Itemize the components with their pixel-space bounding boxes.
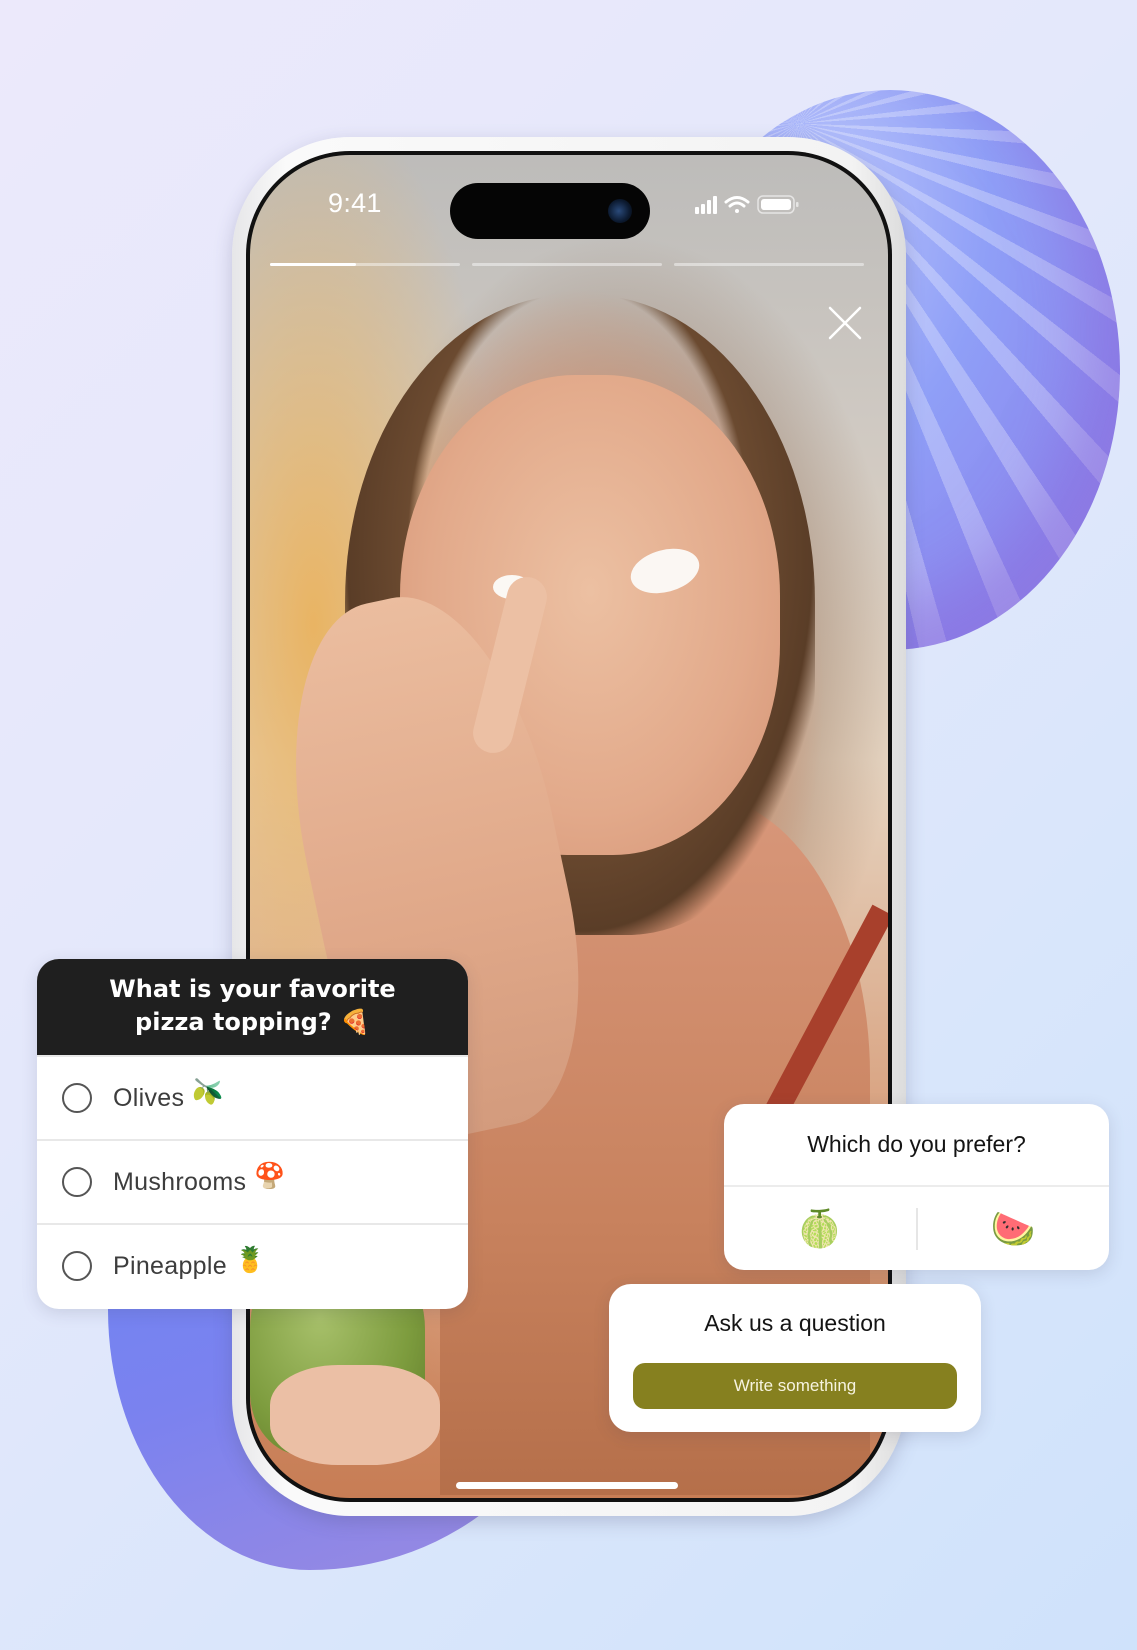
radio-button[interactable] (62, 1251, 92, 1281)
mushroom-icon: 🍄 (254, 1161, 286, 1190)
pizza-icon: 🍕 (340, 1008, 370, 1036)
watermelon-option[interactable]: 🍉 (918, 1208, 1110, 1250)
melon-option[interactable]: 🍈 (724, 1208, 916, 1250)
radio-button[interactable] (62, 1167, 92, 1197)
poll-option-mushrooms[interactable]: Mushrooms 🍄 (37, 1139, 468, 1223)
watermelon-icon: 🍉 (990, 1207, 1036, 1249)
prefer-card: Which do you prefer? 🍈 🍉 (724, 1104, 1109, 1270)
status-icons (695, 193, 805, 215)
ask-question-card: Ask us a question Write something (609, 1284, 981, 1432)
story-progress-segment-3 (674, 263, 864, 266)
status-time: 9:41 (328, 188, 382, 218)
poll-option-label: Olives (113, 1083, 185, 1112)
home-indicator[interactable] (456, 1482, 678, 1489)
story-progress-segment-2 (472, 263, 662, 266)
ask-question-title: Ask us a question (704, 1310, 886, 1336)
photo-jar-hand (270, 1365, 440, 1465)
radio-button[interactable] (62, 1083, 92, 1113)
signal-icon (695, 196, 717, 214)
poll-option-olives[interactable]: Olives 🫒 (37, 1055, 468, 1139)
poll-question-text: pizza topping? (135, 1008, 332, 1036)
prefer-options: 🍈 🍉 (724, 1187, 1109, 1270)
poll-option-pineapple[interactable]: Pineapple 🍍 (37, 1223, 468, 1307)
poll-question-line-1: What is your favorite (109, 975, 396, 1003)
close-icon (828, 306, 862, 340)
story-progress-fill (270, 263, 356, 266)
dynamic-island (450, 183, 650, 239)
story-progress-segment-1 (270, 263, 460, 266)
poll-option-label: Pineapple (113, 1251, 227, 1280)
melon-icon: 🍈 (797, 1207, 843, 1249)
poll-question: What is your favorite pizza topping? 🍕 (37, 959, 468, 1055)
battery-icon (757, 195, 799, 214)
poll-card: What is your favorite pizza topping? 🍕 O… (37, 959, 468, 1309)
pineapple-icon: 🍍 (234, 1245, 267, 1274)
poll-option-label: Mushrooms (113, 1167, 247, 1196)
close-button[interactable] (825, 303, 865, 343)
camera-icon (608, 199, 632, 223)
wifi-icon (724, 196, 750, 213)
prefer-title: Which do you prefer? (724, 1104, 1109, 1187)
write-something-button[interactable]: Write something (633, 1363, 957, 1409)
olive-icon: 🫒 (192, 1077, 224, 1106)
poll-question-line-2: pizza topping? 🍕 (37, 1006, 468, 1039)
